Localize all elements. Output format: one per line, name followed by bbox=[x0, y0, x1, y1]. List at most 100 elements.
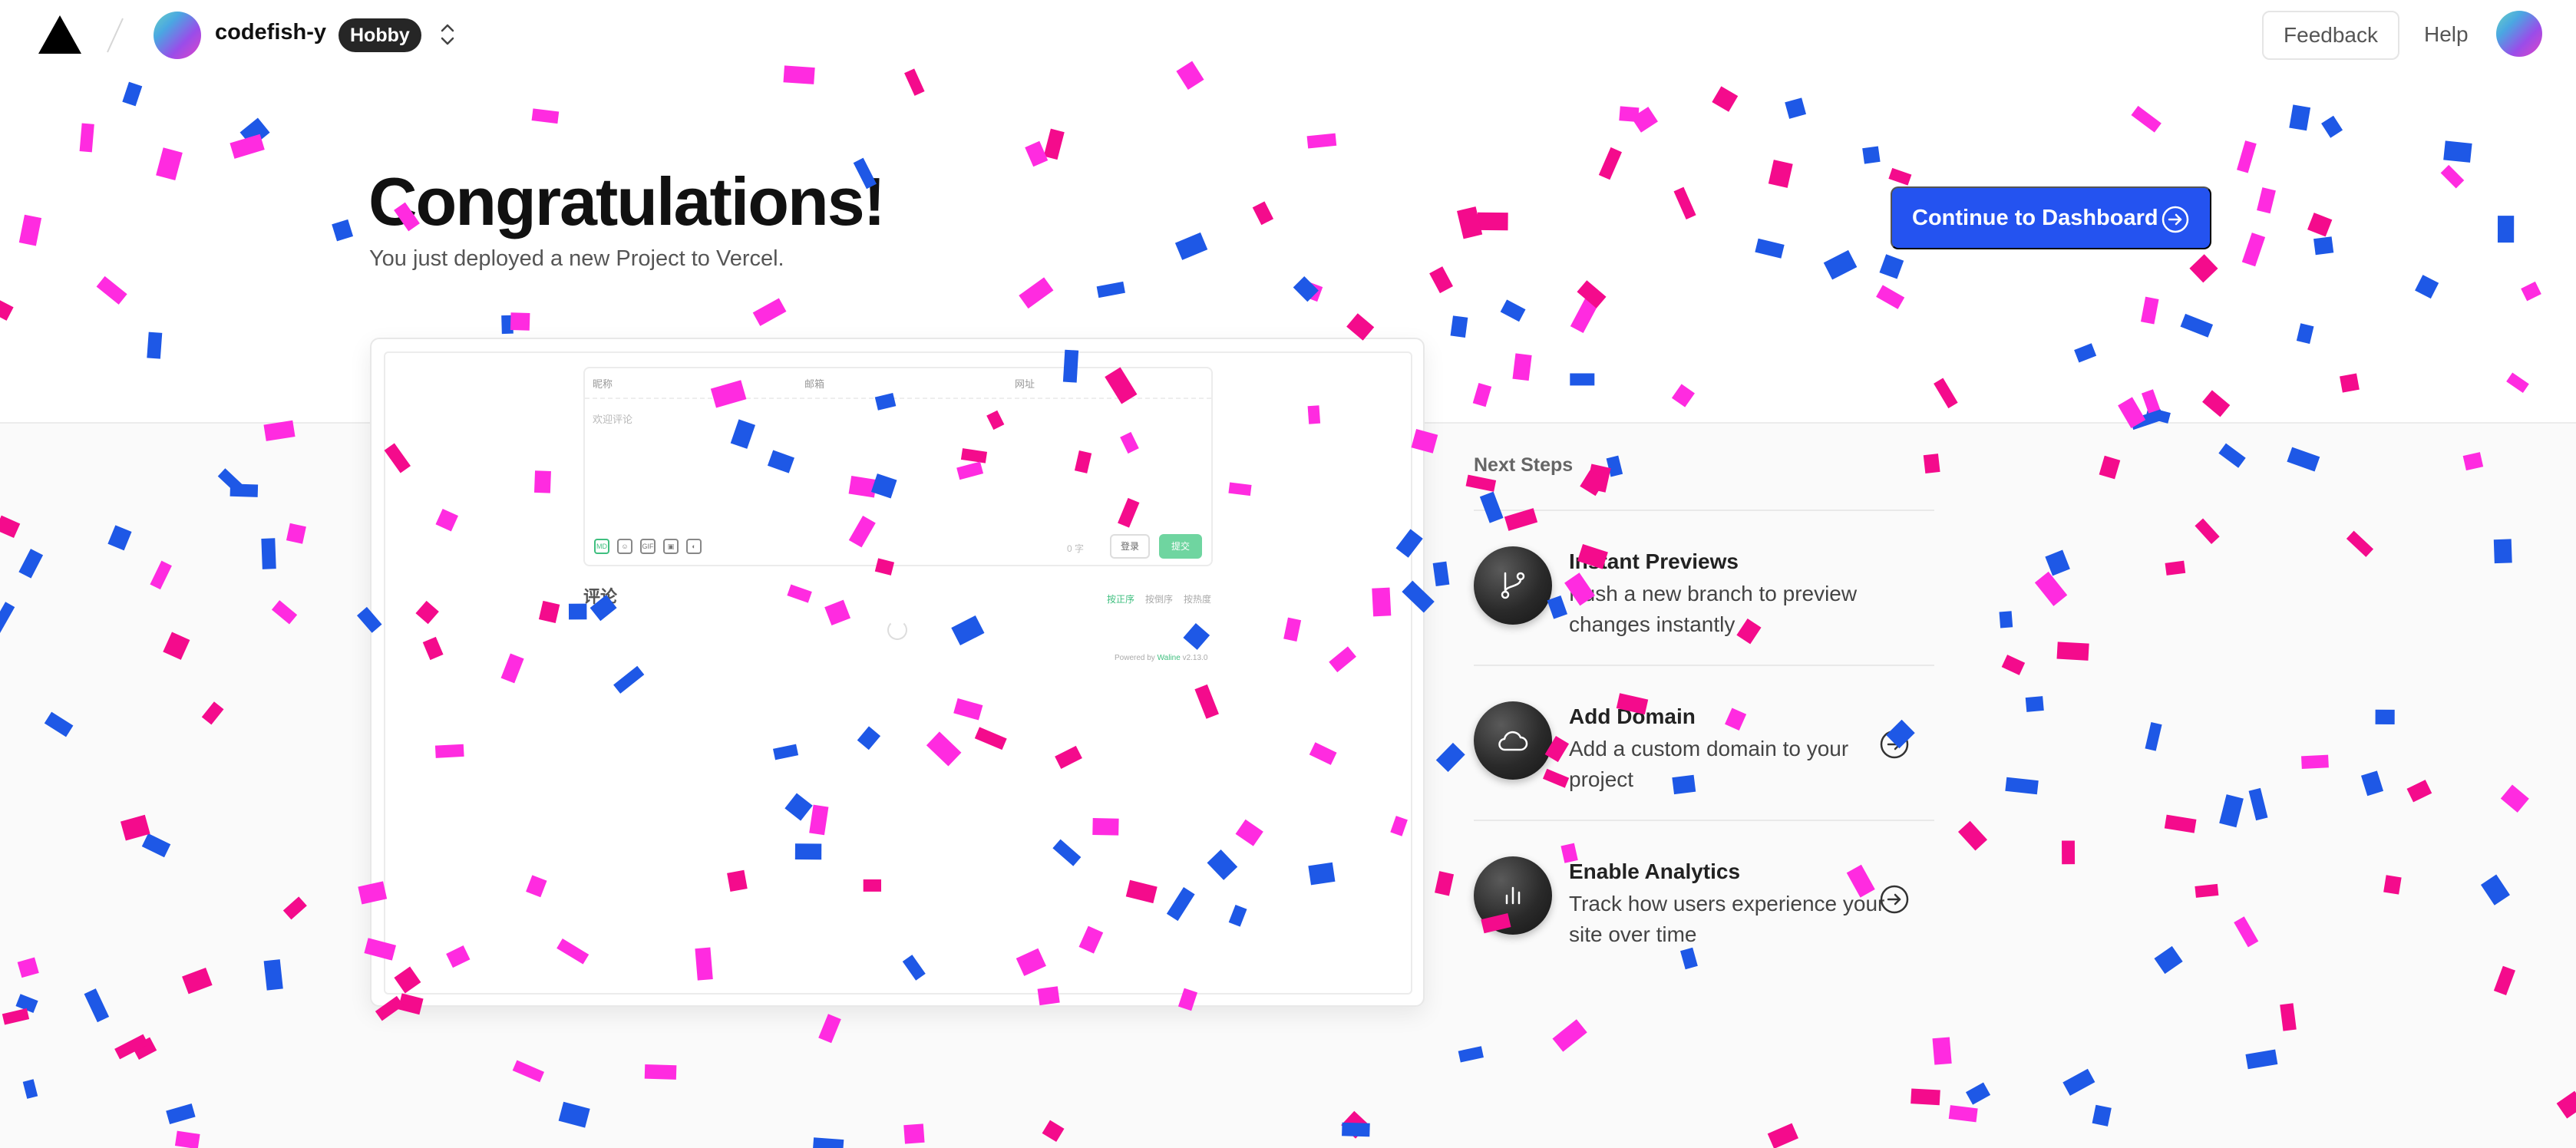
sort-hot: 按热度 bbox=[1184, 594, 1212, 605]
confetti-piece bbox=[1025, 140, 1049, 167]
confetti-piece bbox=[1043, 128, 1065, 160]
confetti-piece bbox=[18, 214, 42, 246]
next-step-enable-analytics[interactable]: Enable Analytics Track how users experie… bbox=[1474, 856, 1934, 995]
confetti-piece bbox=[1293, 275, 1319, 302]
feedback-button[interactable]: Feedback bbox=[2262, 11, 2399, 60]
comment-textarea: 欢迎评论 bbox=[593, 414, 633, 425]
powered-by: Powered by Waline v2.13.0 bbox=[1115, 654, 1207, 662]
confetti-piece bbox=[2440, 164, 2465, 189]
team-switcher-chevrons-icon[interactable] bbox=[436, 20, 459, 49]
continue-to-dashboard-label: Continue to Dashboard bbox=[1912, 205, 2158, 230]
confetti-piece bbox=[752, 298, 787, 326]
confetti-piece bbox=[1570, 298, 1599, 334]
confetti-piece bbox=[1512, 353, 1532, 381]
confetti-piece bbox=[904, 68, 925, 96]
page-title: Congratulations! bbox=[368, 163, 886, 239]
next-step-title: Enable Analytics bbox=[1569, 859, 1741, 883]
confetti-piece bbox=[1785, 97, 1807, 119]
markdown-icon: MD bbox=[594, 539, 609, 554]
confetti-piece bbox=[156, 147, 183, 181]
confetti-piece bbox=[147, 332, 163, 359]
confetti-piece bbox=[2141, 389, 2162, 417]
confetti-piece bbox=[1252, 201, 1274, 226]
confetti-piece bbox=[332, 219, 354, 242]
deployment-preview[interactable]: 昵称 邮箱 网址 欢迎评论 MD ☺ GIF ▣ ◐ 0 字 登录 提交 评论 … bbox=[370, 338, 1425, 1007]
divider bbox=[1474, 665, 1934, 666]
submit-button: 提交 bbox=[1159, 534, 1202, 559]
comments-heading: 评论 bbox=[583, 587, 618, 606]
website-field: 网址 bbox=[1015, 378, 1035, 390]
vercel-logo-icon[interactable] bbox=[37, 14, 83, 55]
confetti-piece bbox=[79, 123, 94, 153]
team-avatar[interactable] bbox=[154, 12, 201, 59]
confetti-piece bbox=[2241, 233, 2266, 267]
confetti-piece bbox=[1457, 206, 1483, 239]
confetti-piece bbox=[1876, 285, 1905, 309]
confetti-piece bbox=[1429, 266, 1453, 294]
next-steps-heading: Next Steps bbox=[1474, 454, 1574, 476]
confetti-piece bbox=[1096, 281, 1125, 299]
confetti-piece bbox=[1862, 146, 1881, 164]
confetti-piece bbox=[1477, 212, 1508, 231]
confetti-piece bbox=[122, 81, 143, 107]
confetti-piece bbox=[1306, 133, 1337, 149]
confetti-piece bbox=[2506, 372, 2529, 394]
confetti-piece bbox=[1174, 232, 1208, 260]
confetti-piece bbox=[2497, 216, 2515, 243]
char-count: 0 字 bbox=[1067, 543, 1085, 554]
next-step-description: Push a new branch to preview changes ins… bbox=[1569, 582, 1858, 636]
confetti-piece bbox=[1598, 147, 1622, 180]
powered-by-brand: Waline bbox=[1157, 654, 1181, 662]
arrow-right-circle-icon[interactable] bbox=[1879, 884, 1910, 915]
comment-toolbar: MD ☺ GIF ▣ ◐ bbox=[594, 539, 702, 557]
top-navigation: codefish-y Hobby Feedback Help bbox=[0, 0, 2576, 69]
confetti-piece bbox=[2074, 343, 2097, 363]
confetti-piece bbox=[1631, 107, 1658, 133]
confetti-piece bbox=[2189, 254, 2218, 283]
comment-sort-options: 按正序 按倒序 按热度 bbox=[1107, 592, 1211, 605]
confetti-piece bbox=[2521, 281, 2541, 302]
confetti-piece bbox=[2296, 323, 2314, 345]
team-name[interactable]: codefish-y bbox=[215, 20, 326, 45]
confetti-piece bbox=[2145, 407, 2171, 424]
breadcrumb-separator bbox=[107, 18, 124, 53]
confetti-piece bbox=[1500, 299, 1526, 322]
confetti-piece bbox=[2321, 115, 2343, 138]
sort-descending: 按倒序 bbox=[1145, 594, 1174, 605]
login-button: 登录 bbox=[1110, 534, 1150, 559]
confetti-piece bbox=[2443, 140, 2472, 163]
confetti-piece bbox=[1934, 378, 1958, 409]
confetti-piece bbox=[1673, 186, 1696, 219]
continue-to-dashboard-button[interactable]: Continue to Dashboard bbox=[1891, 186, 2211, 249]
confetti-piece bbox=[1472, 382, 1492, 407]
divider bbox=[1474, 510, 1934, 511]
confetti-piece bbox=[2237, 140, 2257, 173]
confetti-piece bbox=[1768, 160, 1793, 188]
emoji-icon: ☺ bbox=[617, 539, 632, 554]
next-step-add-domain[interactable]: Add Domain Add a custom domain to your p… bbox=[1474, 701, 1934, 840]
confetti-piece bbox=[1577, 280, 1607, 308]
loading-spinner-icon bbox=[887, 620, 907, 640]
comment-form: 昵称 邮箱 网址 欢迎评论 MD ☺ GIF ▣ ◐ 0 字 登录 提交 bbox=[583, 367, 1213, 566]
email-field: 邮箱 bbox=[804, 378, 825, 390]
cloud-icon bbox=[1474, 701, 1552, 780]
confetti-piece bbox=[2180, 313, 2214, 338]
confetti-piece bbox=[1671, 384, 1695, 407]
confetti-piece bbox=[0, 299, 14, 321]
confetti-piece bbox=[2340, 373, 2360, 393]
confetti-piece bbox=[1619, 106, 1640, 123]
user-avatar[interactable] bbox=[2496, 11, 2542, 57]
help-link[interactable]: Help bbox=[2424, 22, 2469, 47]
confetti-piece bbox=[2415, 275, 2439, 299]
powered-by-prefix: Powered by bbox=[1115, 654, 1155, 662]
confetti-piece bbox=[1346, 313, 1375, 341]
confetti-piece bbox=[501, 315, 514, 335]
plan-badge: Hobby bbox=[339, 18, 421, 52]
arrow-right-circle-icon bbox=[2162, 206, 2189, 233]
confetti-piece bbox=[2313, 236, 2334, 256]
confetti-piece bbox=[239, 117, 270, 147]
bar-chart-icon bbox=[1474, 856, 1552, 935]
next-step-instant-previews[interactable]: Instant Previews Push a new branch to pr… bbox=[1474, 546, 1934, 685]
confetti-piece bbox=[1450, 315, 1468, 338]
arrow-right-circle-icon[interactable] bbox=[1879, 729, 1910, 760]
